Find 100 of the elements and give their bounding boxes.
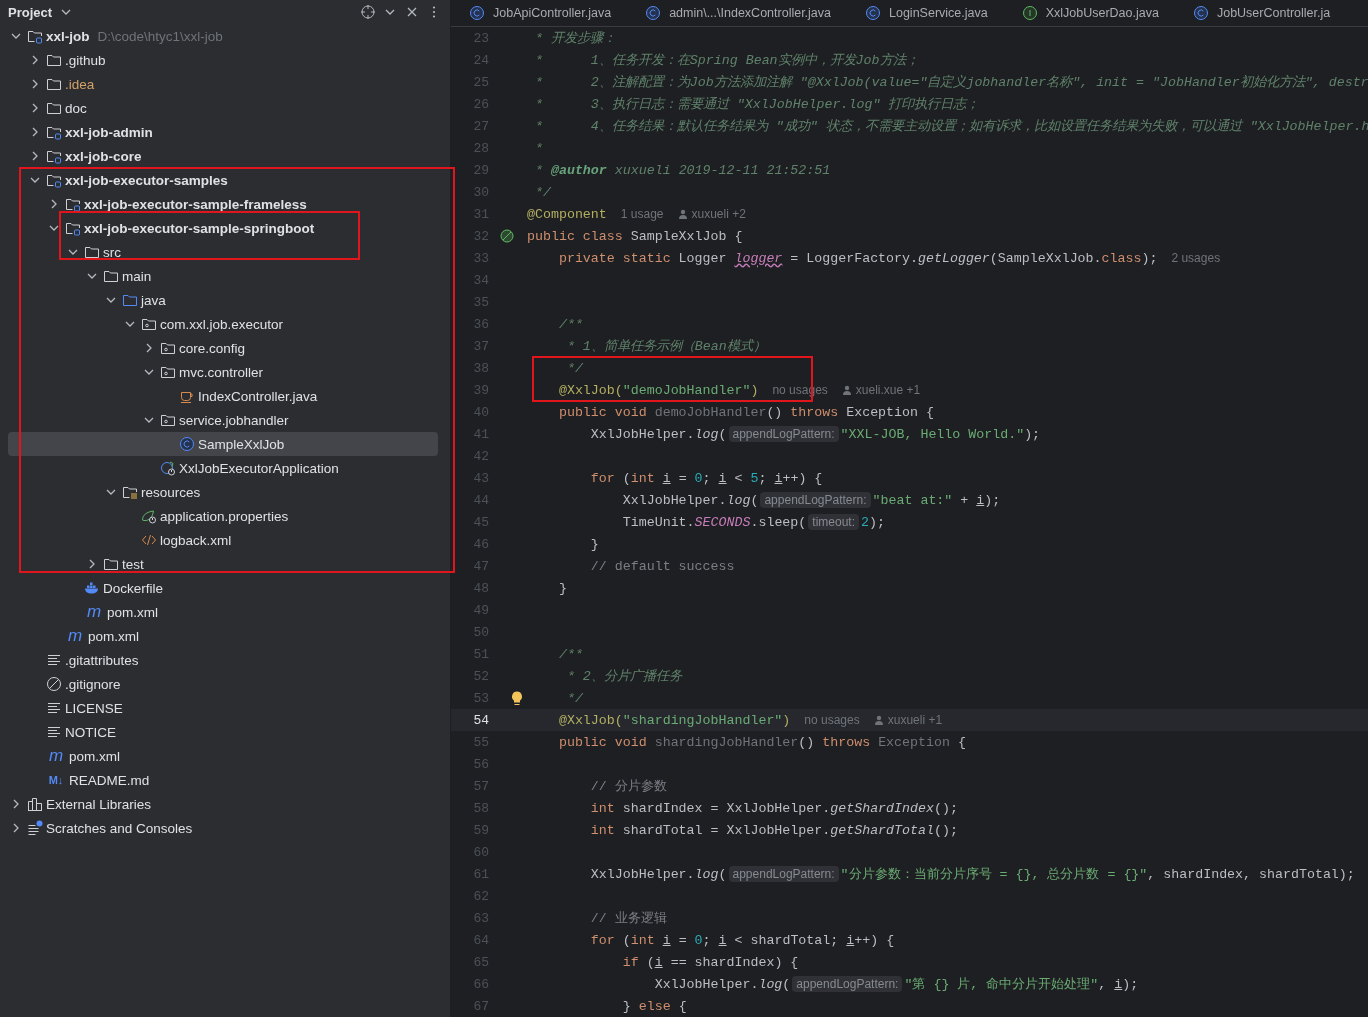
- tree-item[interactable]: Scratches and Consoles: [8, 816, 438, 840]
- module-folder-icon: [46, 148, 62, 164]
- code-text: @XxlJob("demoJobHandler"): [557, 382, 759, 398]
- tree-item[interactable]: XxlJobExecutorApplication: [8, 456, 438, 480]
- author-hint[interactable]: xuxueli +2: [691, 207, 746, 221]
- code-text: // default success: [589, 558, 735, 574]
- scratch-list-icon: [27, 820, 43, 836]
- tree-item[interactable]: main: [8, 264, 438, 288]
- code-text: @XxlJob("shardingJobHandler"): [557, 712, 791, 728]
- tree-item[interactable]: m pom.xml: [8, 744, 438, 768]
- path-hint: D:\code\htyc1\xxl-job: [97, 28, 223, 44]
- package-icon: [160, 412, 176, 428]
- code-text: * 开发步骤：: [533, 30, 616, 47]
- code-text: * 2、注解配置：为Job方法添加注解 "@XxlJob(value="自定义jobhandler名称", init = "JobHandler初始化方法", destr: [533, 74, 1368, 91]
- tree-item[interactable]: xxl-job-executor-samples: [8, 168, 438, 192]
- tree-item[interactable]: m pom.xml: [8, 600, 438, 624]
- tree-item[interactable]: External Libraries: [8, 792, 438, 816]
- usage-hint[interactable]: 2 usages: [1171, 251, 1221, 265]
- tree-item[interactable]: core.config: [8, 336, 438, 360]
- tree-item[interactable]: resources: [8, 480, 438, 504]
- code-text: public void shardingJobHandler() throws Exception {: [557, 734, 966, 750]
- code-text: // 业务逻辑: [589, 910, 667, 927]
- editor-tab[interactable]: JobApiController.java: [465, 1, 616, 25]
- tree-item[interactable]: LICENSE: [8, 696, 438, 720]
- editor-tab[interactable]: JobUserController.ja: [1188, 1, 1335, 25]
- tree-item[interactable]: .github: [8, 48, 438, 72]
- class-icon: [865, 5, 881, 21]
- run-class-icon: [160, 460, 176, 476]
- tree-item[interactable]: com.xxl.job.executor: [8, 312, 438, 336]
- tree-item[interactable]: .gitattributes: [8, 648, 438, 672]
- tree-item[interactable]: mvc.controller: [8, 360, 438, 384]
- maven-icon: m: [65, 628, 85, 644]
- package-icon: [160, 364, 176, 380]
- panel-title[interactable]: Project: [8, 4, 53, 20]
- editor-tab[interactable]: LoginService.java: [861, 1, 992, 25]
- folder-icon: [46, 52, 62, 68]
- tree-item[interactable]: xxl-job-admin: [8, 120, 438, 144]
- tree-item[interactable]: NOTICE: [8, 720, 438, 744]
- code-text: }: [589, 536, 599, 552]
- package-icon: [160, 340, 176, 356]
- interface-icon: [1021, 5, 1038, 21]
- class-icon: [645, 5, 662, 21]
- module-folder-icon: [65, 220, 81, 236]
- text-file-icon: [46, 724, 62, 740]
- tree-item[interactable]: xxl-job-executor-sample-springboot: [8, 216, 438, 240]
- tree-item[interactable]: xxl-job-core: [8, 144, 438, 168]
- class-icon: [1192, 5, 1209, 21]
- tree-item[interactable]: m pom.xml: [8, 624, 438, 648]
- package-icon: [141, 316, 157, 332]
- tree-item[interactable]: M↓ README.md: [8, 768, 438, 792]
- person-icon: [873, 715, 884, 725]
- code-text: /**: [557, 316, 583, 332]
- code-text: *: [533, 140, 543, 156]
- code-text: for (int i = 0; i < shardTotal; i++) {: [589, 932, 895, 948]
- code-text: @Component: [527, 206, 607, 222]
- code-text: * 2、分片广播任务: [565, 668, 682, 685]
- tree-item[interactable]: IndexController.java: [8, 384, 438, 408]
- module-folder-icon: [46, 172, 62, 188]
- code-text: public void demoJobHandler() throws Exception {: [557, 404, 934, 420]
- tree-item[interactable]: application.properties: [8, 504, 438, 528]
- code-text: */: [533, 184, 551, 200]
- code-text: if (i == shardIndex) {: [621, 954, 799, 970]
- tree-item[interactable]: java: [8, 288, 438, 312]
- code-text: for (int i = 0; i < 5; i++) {: [589, 470, 823, 486]
- tree-item[interactable]: .gitignore: [8, 672, 438, 696]
- code-text: */: [565, 360, 583, 376]
- tree-item[interactable]: xxl-job D:\code\htyc1\xxl-job: [8, 24, 438, 48]
- tree-item[interactable]: .idea: [8, 72, 438, 96]
- folder-icon: [122, 292, 138, 308]
- tree-item[interactable]: logback.xml: [8, 528, 438, 552]
- code-text: private static Logger logger = LoggerFactory.getLogger(SampleXxlJob.class);: [557, 250, 1158, 266]
- usage-hint[interactable]: 1 usage: [620, 207, 664, 221]
- tree-item[interactable]: service.jobhandler: [8, 408, 438, 432]
- tree-item[interactable]: doc: [8, 96, 438, 120]
- editor-tab[interactable]: XxlJobUserDao.java: [1017, 1, 1163, 25]
- code-text: * 4、任务结果：默认任务结果为 "成功" 状态，不需要主动设置；如有诉求，比如设置任务结果为失败，可以通过 "XxlJobHelper.h: [533, 118, 1368, 135]
- author-hint[interactable]: xueli.xue +1: [855, 383, 921, 397]
- maven-icon: m: [46, 748, 66, 764]
- resources-folder-icon: [122, 484, 138, 500]
- tree-item[interactable]: Dockerfile: [8, 576, 438, 600]
- module-folder-icon: [27, 28, 43, 44]
- tree-item[interactable]: test: [8, 552, 438, 576]
- lightbulb-icon[interactable]: [510, 690, 524, 706]
- code-text: public class SampleXxlJob {: [527, 228, 743, 244]
- code-text: 2);: [861, 514, 885, 530]
- target-icon[interactable]: [360, 4, 376, 20]
- tree-item[interactable]: src: [8, 240, 438, 264]
- code-text: "分片参数：当前分片序号 = {}, 总分片数 = {}", shardIndex, shardTotal);: [840, 866, 1355, 883]
- code-text: /**: [557, 646, 583, 662]
- tree-item[interactable]: xxl-job-executor-sample-frameless: [8, 192, 438, 216]
- parameter-hint: appendLogPattern:: [728, 426, 839, 442]
- tree-item[interactable]: SampleXxlJob: [8, 432, 438, 456]
- folder-icon: [84, 244, 100, 260]
- person-icon: [677, 209, 688, 219]
- code-text: TimeUnit.SECONDS.sleep(: [621, 514, 807, 530]
- editor-tab[interactable]: admin\...\IndexController.java: [641, 1, 835, 25]
- no-entry-icon: [46, 676, 62, 692]
- code-text: "XXL-JOB, Hello World.");: [840, 426, 1041, 442]
- code-text: int shardTotal = XxlJobHelper.getShardTotal();: [589, 822, 958, 838]
- text-file-icon: [46, 652, 62, 668]
